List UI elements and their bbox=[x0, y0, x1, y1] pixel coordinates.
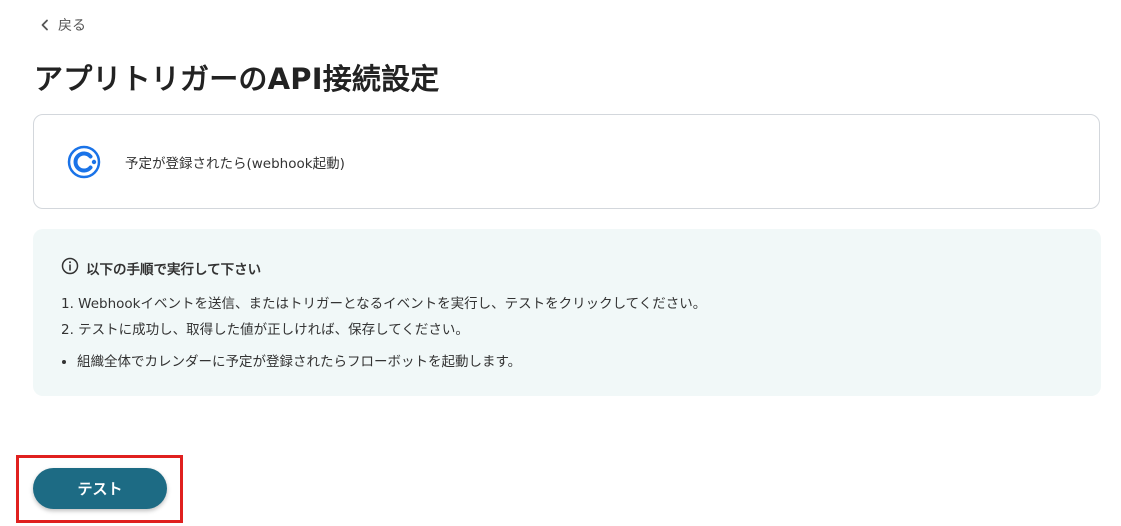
instructions-heading: 以下の手順で実行して下さい bbox=[61, 257, 1073, 279]
trigger-card: 予定が登録されたら(webhook起動) bbox=[33, 114, 1100, 209]
instruction-note: 組織全体でカレンダーに予定が登録されたらフローボットを起動します。 bbox=[77, 349, 1073, 375]
instructions-panel: 以下の手順で実行して下さい 1. Webhookイベントを送信、またはトリガーと… bbox=[33, 229, 1101, 396]
trigger-label: 予定が登録されたら(webhook起動) bbox=[125, 155, 345, 172]
instructions-steps: 1. Webhookイベントを送信、またはトリガーとなるイベントを実行し、テスト… bbox=[61, 291, 1073, 343]
back-link[interactable]: 戻る bbox=[40, 15, 86, 35]
instructions-heading-text: 以下の手順で実行して下さい bbox=[86, 262, 262, 278]
instructions-notes: 組織全体でカレンダーに予定が登録されたらフローボットを起動します。 bbox=[61, 349, 1073, 375]
test-button[interactable]: テスト bbox=[33, 468, 167, 509]
calendly-icon bbox=[67, 145, 101, 179]
back-label: 戻る bbox=[58, 18, 86, 34]
chevron-left-icon bbox=[40, 19, 50, 31]
instruction-step: 2. テストに成功し、取得した値が正しければ、保存してください。 bbox=[61, 322, 469, 338]
instruction-step: 1. Webhookイベントを送信、またはトリガーとなるイベントを実行し、テスト… bbox=[61, 296, 707, 312]
info-icon bbox=[61, 257, 79, 279]
page-title: アプリトリガーのAPI接続設定 bbox=[34, 62, 440, 96]
